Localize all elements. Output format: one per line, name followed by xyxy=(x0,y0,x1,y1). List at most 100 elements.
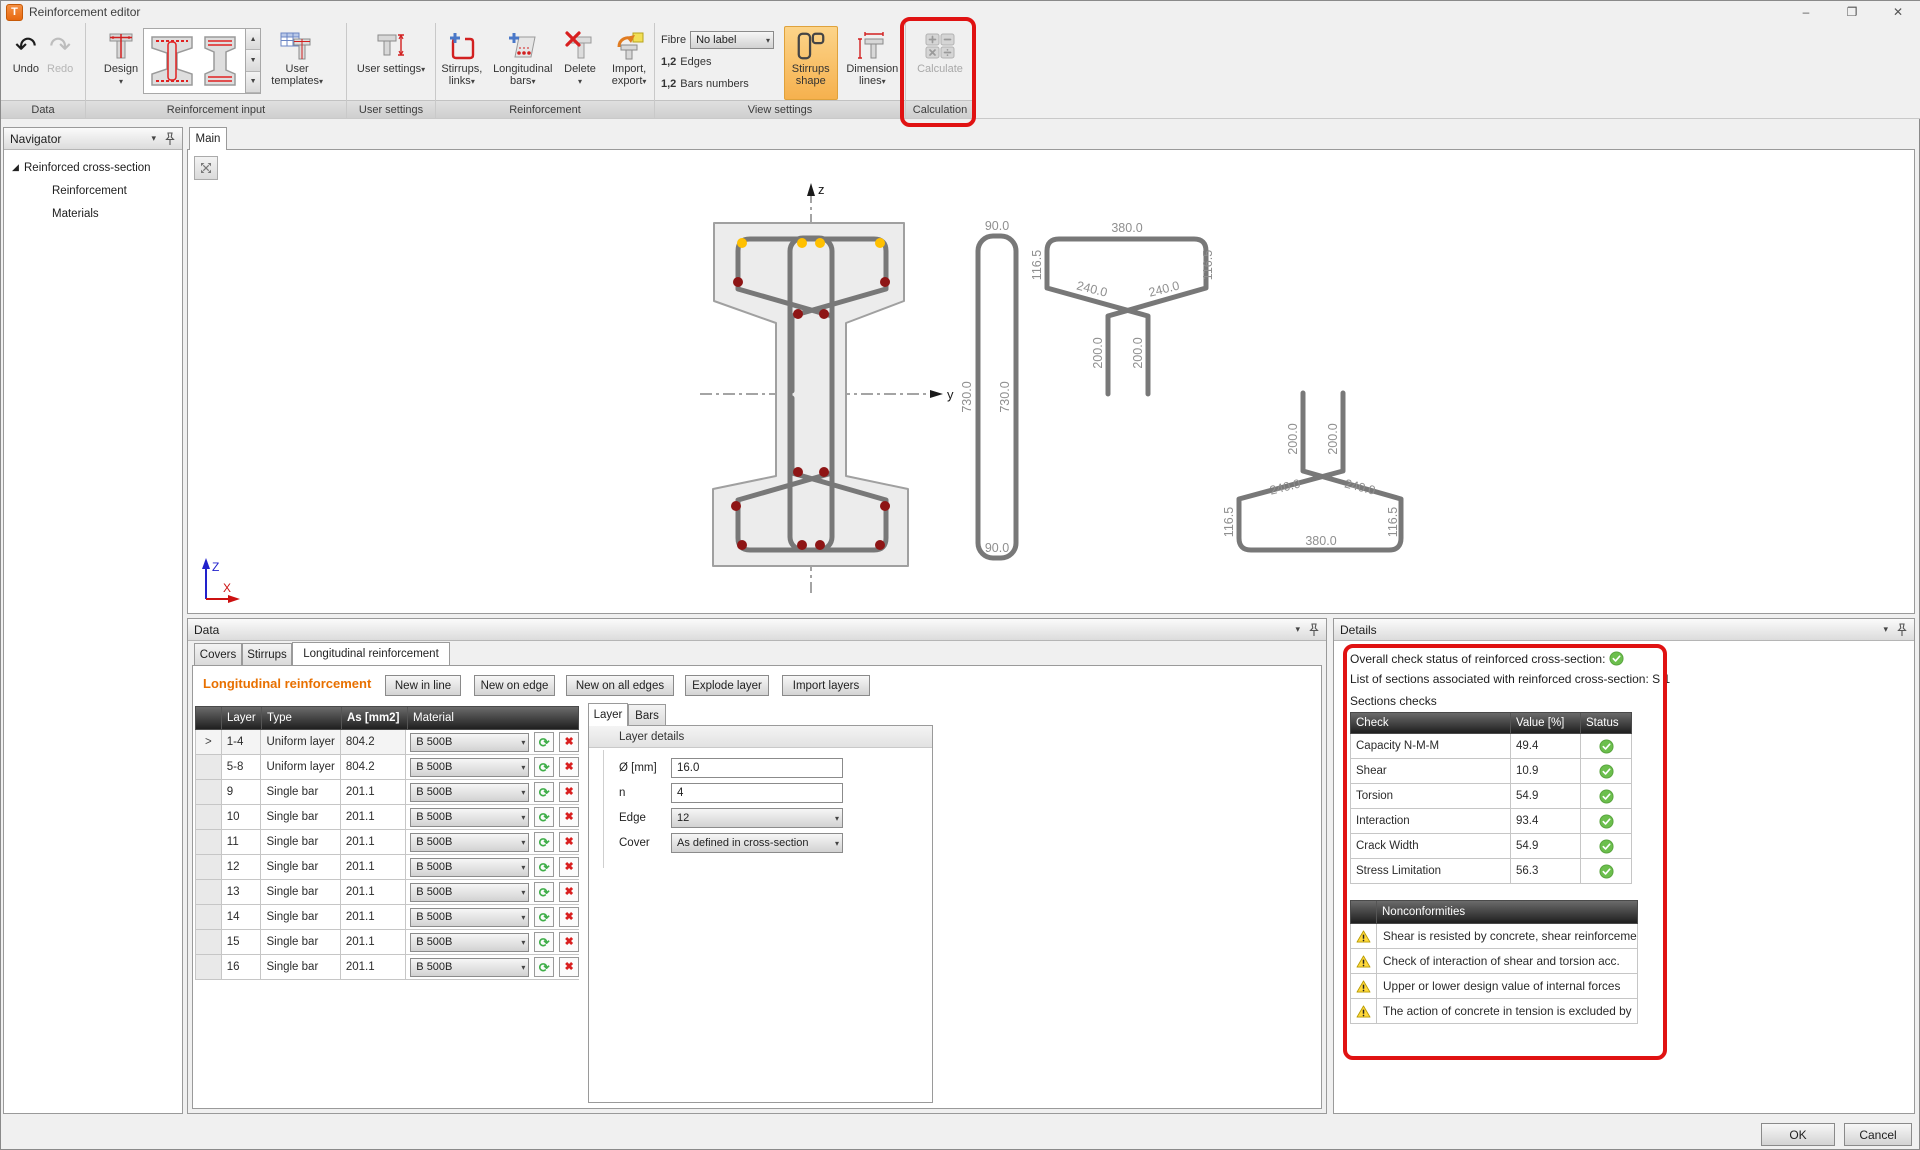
row-selector-cell[interactable] xyxy=(196,805,222,829)
row-selector-cell[interactable] xyxy=(196,930,222,954)
refresh-material-button[interactable]: ⟳ xyxy=(534,857,554,877)
material-dropdown[interactable]: B 500B▾ xyxy=(410,858,529,877)
row-selector-cell[interactable] xyxy=(196,880,222,904)
type-cell[interactable]: Single bar xyxy=(261,780,340,804)
template-thumbnail-i-section-2-icon[interactable] xyxy=(200,33,240,89)
refresh-material-button[interactable]: ⟳ xyxy=(534,957,554,977)
user-templates-button[interactable]: User templates▾ xyxy=(263,26,331,91)
material-dropdown[interactable]: B 500B▾ xyxy=(410,808,529,827)
import-layers-button[interactable]: Import layers xyxy=(782,675,870,696)
layer-cell[interactable]: 1-4 xyxy=(222,730,262,754)
layer-row[interactable]: 15Single bar201.1B 500B▾⟳✖ xyxy=(195,930,579,955)
material-dropdown[interactable]: B 500B▾ xyxy=(410,883,529,902)
as-cell[interactable]: 201.1 xyxy=(341,780,406,804)
row-selector-cell[interactable] xyxy=(196,905,222,929)
tab-bars[interactable]: Bars xyxy=(628,704,666,726)
refresh-material-button[interactable]: ⟳ xyxy=(534,757,554,777)
n-input[interactable]: 4 xyxy=(671,783,843,803)
delete-layer-button[interactable]: ✖ xyxy=(559,832,579,852)
layer-cell[interactable]: 16 xyxy=(222,955,262,979)
layer-row[interactable]: >1-4Uniform layer804.2B 500B▾⟳✖ xyxy=(195,730,579,755)
pin-icon[interactable] xyxy=(164,132,176,146)
details-panel-menu-button[interactable]: ▾ xyxy=(1883,624,1888,635)
as-cell[interactable]: 201.1 xyxy=(341,805,406,829)
refresh-material-button[interactable]: ⟳ xyxy=(534,882,554,902)
as-cell[interactable]: 201.1 xyxy=(341,905,406,929)
design-button[interactable]: Design▾ xyxy=(101,26,141,91)
refresh-material-button[interactable]: ⟳ xyxy=(534,907,554,927)
bars-numbers-toggle[interactable]: 1,2 Bars numbers xyxy=(661,75,778,93)
import-export-button[interactable]: Import, export▾ xyxy=(604,26,654,91)
tab-covers[interactable]: Covers xyxy=(194,643,242,665)
delete-layer-button[interactable]: ✖ xyxy=(559,907,579,927)
redo-button[interactable]: ↷ Redo xyxy=(44,26,76,78)
gallery-expand-button[interactable]: ▼ xyxy=(246,72,260,93)
layer-row[interactable]: 14Single bar201.1B 500B▾ ⟳✖ xyxy=(195,905,579,930)
ok-button[interactable]: OK xyxy=(1761,1123,1835,1146)
layer-cell[interactable]: 12 xyxy=(222,855,262,879)
layer-cell[interactable]: 11 xyxy=(222,830,262,854)
undo-button[interactable]: ↶ Undo xyxy=(10,26,42,78)
as-cell[interactable]: 804.2 xyxy=(341,730,406,754)
row-selector-cell[interactable] xyxy=(196,780,222,804)
layer-cell[interactable]: 13 xyxy=(222,880,262,904)
row-selector-cell[interactable] xyxy=(196,830,222,854)
row-selector-cell[interactable]: > xyxy=(196,730,222,754)
layer-cell[interactable]: 5-8 xyxy=(222,755,262,779)
stirrups-shape-button[interactable]: Stirrups shape xyxy=(784,26,838,100)
tab-main[interactable]: Main xyxy=(189,127,227,150)
cover-dropdown[interactable]: As defined in cross-section▾ xyxy=(671,833,843,853)
gallery-up-button[interactable]: ▲ xyxy=(246,29,260,50)
layer-row[interactable]: 13Single bar201.1B 500B▾ ⟳✖ xyxy=(195,880,579,905)
delete-layer-button[interactable]: ✖ xyxy=(559,957,579,977)
explode-layer-button[interactable]: Explode layer xyxy=(685,675,769,696)
template-thumbnail-i-section-icon[interactable] xyxy=(149,33,195,89)
zoom-extents-button[interactable] xyxy=(194,156,218,180)
refresh-material-button[interactable]: ⟳ xyxy=(534,932,554,952)
delete-layer-button[interactable]: ✖ xyxy=(559,882,579,902)
refresh-material-button[interactable]: ⟳ xyxy=(534,732,554,752)
type-cell[interactable]: Uniform layer xyxy=(261,755,340,779)
edges-toggle[interactable]: 1,2 Edges xyxy=(661,53,778,71)
layer-row[interactable]: 11Single bar201.1B 500B▾⟳✖ xyxy=(195,830,579,855)
layer-cell[interactable]: 15 xyxy=(222,930,262,954)
type-cell[interactable]: Uniform layer xyxy=(261,730,340,754)
tab-longitudinal-reinforcement[interactable]: Longitudinal reinforcement xyxy=(292,642,450,665)
layer-row[interactable]: 9Single bar201.1B 500B▾⟳✖ xyxy=(195,780,579,805)
cross-section-canvas[interactable]: z y 90.0 90.0 730.0 xyxy=(188,150,1914,613)
type-cell[interactable]: Single bar xyxy=(261,955,340,979)
navigator-menu-button[interactable]: ▾ xyxy=(151,133,156,144)
delete-layer-button[interactable]: ✖ xyxy=(559,807,579,827)
layer-row[interactable]: 5-8Uniform layer804.2B 500B▾⟳✖ xyxy=(195,755,579,780)
layer-cell[interactable]: 9 xyxy=(222,780,262,804)
type-cell[interactable]: Single bar xyxy=(261,905,340,929)
delete-layer-button[interactable]: ✖ xyxy=(559,857,579,877)
minimize-button[interactable]: – xyxy=(1783,1,1829,23)
layer-row[interactable]: 12Single bar201.1B 500B▾⟳✖ xyxy=(195,855,579,880)
layer-row[interactable]: 16Single bar201.1B 500B▾⟳✖ xyxy=(195,955,579,980)
tab-layer[interactable]: Layer xyxy=(588,703,628,726)
pin-icon[interactable] xyxy=(1308,623,1320,637)
as-cell[interactable]: 201.1 xyxy=(341,930,406,954)
layer-row[interactable]: 10Single bar201.1B 500B▾⟳✖ xyxy=(195,805,579,830)
cancel-button[interactable]: Cancel xyxy=(1844,1123,1912,1146)
type-cell[interactable]: Single bar xyxy=(261,880,340,904)
tab-stirrups[interactable]: Stirrups xyxy=(242,643,292,665)
user-settings-button[interactable]: User settings▾ xyxy=(354,26,428,79)
template-gallery[interactable]: ▲ ▼ ▼ xyxy=(143,28,261,94)
refresh-material-button[interactable]: ⟳ xyxy=(534,832,554,852)
material-dropdown[interactable]: B 500B▾ xyxy=(410,833,529,852)
delete-layer-button[interactable]: ✖ xyxy=(559,932,579,952)
close-button[interactable]: ✕ xyxy=(1875,1,1920,23)
as-cell[interactable]: 201.1 xyxy=(341,880,406,904)
layer-cell[interactable]: 14 xyxy=(222,905,262,929)
refresh-material-button[interactable]: ⟳ xyxy=(534,807,554,827)
new-in-line-button[interactable]: New in line xyxy=(385,675,461,696)
delete-layer-button[interactable]: ✖ xyxy=(559,757,579,777)
edge-dropdown[interactable]: 12▾ xyxy=(671,808,843,828)
restore-button[interactable]: ❐ xyxy=(1829,1,1875,23)
material-dropdown[interactable]: B 500B▾ xyxy=(410,908,529,927)
fibre-dropdown[interactable]: No label▾ xyxy=(690,31,774,49)
material-dropdown[interactable]: B 500B▾ xyxy=(410,758,529,777)
delete-button[interactable]: Delete▾ xyxy=(558,26,602,91)
